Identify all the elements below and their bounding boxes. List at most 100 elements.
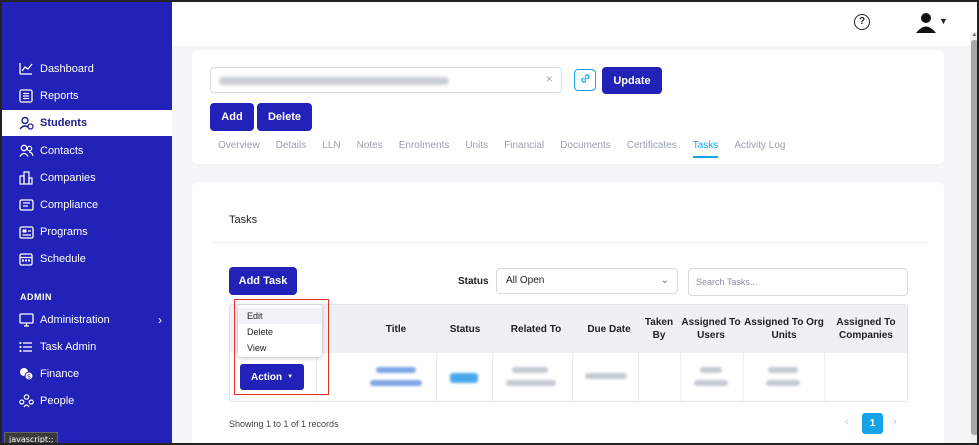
sidebar: Dashboard Reports Students Contacts Comp… bbox=[2, 2, 172, 443]
redacted-student-name bbox=[219, 77, 449, 85]
chevron-down-icon: ✕ bbox=[545, 74, 553, 84]
contacts-icon bbox=[18, 143, 34, 159]
column-header-due-date[interactable]: Due Date bbox=[580, 305, 638, 353]
sidebar-item-administration[interactable]: Administration › bbox=[2, 307, 172, 333]
sidebar-item-finance[interactable]: $ Finance bbox=[2, 361, 172, 387]
redacted-title[interactable] bbox=[376, 367, 416, 373]
tab-financial[interactable]: Financial bbox=[504, 140, 544, 156]
sidebar-item-label: Students bbox=[40, 117, 88, 129]
link-button[interactable] bbox=[574, 69, 596, 91]
cell-separator bbox=[572, 353, 573, 401]
pagination-page-1[interactable]: 1 bbox=[862, 413, 883, 434]
cell-separator bbox=[824, 353, 825, 401]
list-icon bbox=[18, 339, 34, 355]
search-tasks-input[interactable] bbox=[688, 268, 908, 296]
sidebar-item-students[interactable]: Students bbox=[2, 110, 172, 136]
compliance-icon bbox=[18, 197, 34, 213]
column-header-assigned-org-units[interactable]: Assigned To Org Units bbox=[744, 305, 824, 353]
tasks-card: Tasks Add Task Status All Open ⌄ Title S… bbox=[192, 182, 944, 443]
tab-enrolments[interactable]: Enrolments bbox=[399, 140, 450, 156]
sidebar-item-label: Programs bbox=[40, 226, 88, 238]
column-header-taken-by[interactable]: Taken By bbox=[640, 305, 678, 353]
redacted-org-unit bbox=[768, 367, 798, 373]
help-icon[interactable]: ? bbox=[854, 14, 870, 30]
scroll-up-arrow-icon[interactable]: ▲ bbox=[970, 32, 977, 38]
cell-separator bbox=[436, 353, 437, 401]
cell-separator bbox=[638, 353, 639, 401]
sidebar-item-programs[interactable]: Programs bbox=[2, 219, 172, 245]
redacted-due-date bbox=[585, 373, 627, 379]
column-header-assigned-users[interactable]: Assigned To Users bbox=[681, 305, 741, 353]
student-select[interactable]: ✕ bbox=[210, 67, 562, 93]
chevron-left-icon[interactable]: ‹ bbox=[845, 416, 849, 428]
sidebar-item-label: Reports bbox=[40, 90, 79, 102]
tab-overview[interactable]: Overview bbox=[218, 140, 260, 156]
admin-section-label: ADMIN bbox=[20, 292, 52, 302]
delete-button[interactable]: Delete bbox=[257, 103, 312, 131]
sidebar-item-label: Task Admin bbox=[40, 341, 97, 353]
tab-activity-log[interactable]: Activity Log bbox=[734, 140, 785, 156]
student-header-card: ✕ Update Add Delete Overview Details LLN… bbox=[192, 50, 944, 164]
sidebar-item-dashboard[interactable]: Dashboard bbox=[2, 56, 172, 82]
add-button[interactable]: Add bbox=[210, 103, 254, 131]
redacted-assigned-user bbox=[700, 367, 722, 373]
link-icon bbox=[580, 71, 591, 89]
tab-units[interactable]: Units bbox=[465, 140, 488, 156]
people-icon bbox=[18, 393, 34, 409]
cell-separator bbox=[492, 353, 493, 401]
sidebar-item-label: Companies bbox=[40, 172, 96, 184]
tab-certificates[interactable]: Certificates bbox=[627, 140, 677, 156]
redacted-related-to bbox=[506, 380, 556, 386]
tab-documents[interactable]: Documents bbox=[560, 140, 611, 156]
sidebar-item-task-admin[interactable]: Task Admin bbox=[2, 334, 172, 360]
calendar-icon bbox=[18, 251, 34, 267]
status-bar-tooltip: javascript:; bbox=[4, 432, 59, 443]
redacted-status-badge bbox=[450, 373, 478, 383]
chart-line-icon bbox=[18, 61, 34, 77]
add-task-button[interactable]: Add Task bbox=[229, 267, 297, 295]
tab-notes[interactable]: Notes bbox=[357, 140, 383, 156]
cell-separator bbox=[743, 353, 744, 401]
svg-text:$: $ bbox=[27, 374, 31, 381]
column-header-assigned-companies[interactable]: Assigned To Companies bbox=[826, 305, 906, 353]
tab-lln[interactable]: LLN bbox=[322, 140, 340, 156]
column-header-title[interactable]: Title bbox=[370, 305, 422, 353]
redacted-title[interactable] bbox=[370, 380, 422, 386]
tab-tasks[interactable]: Tasks bbox=[692, 140, 718, 158]
vertical-scrollbar[interactable] bbox=[970, 32, 977, 443]
sidebar-item-label: People bbox=[40, 395, 75, 407]
chevron-down-icon: ⌄ bbox=[660, 275, 669, 286]
students-icon bbox=[18, 115, 34, 131]
tab-details[interactable]: Details bbox=[276, 140, 307, 156]
sidebar-item-companies[interactable]: Companies bbox=[2, 165, 172, 191]
redacted-related-to bbox=[512, 367, 548, 373]
column-header-related-to[interactable]: Related To bbox=[500, 305, 572, 353]
status-filter-select[interactable]: All Open ⌄ bbox=[496, 268, 678, 294]
sidebar-item-contacts[interactable]: Contacts bbox=[2, 138, 172, 164]
chevron-right-icon: › bbox=[158, 313, 162, 327]
companies-icon bbox=[18, 170, 34, 186]
update-button[interactable]: Update bbox=[602, 67, 662, 94]
sidebar-item-reports[interactable]: Reports bbox=[2, 83, 172, 109]
sidebar-item-label: Administration bbox=[40, 314, 110, 326]
student-tabs: Overview Details LLN Notes Enrolments Un… bbox=[218, 140, 801, 158]
sidebar-item-schedule[interactable]: Schedule bbox=[2, 246, 172, 272]
sidebar-item-label: Compliance bbox=[40, 199, 99, 211]
redacted-org-unit bbox=[766, 380, 800, 386]
sidebar-item-label: Contacts bbox=[40, 145, 84, 157]
reports-icon bbox=[18, 88, 34, 104]
caret-down-icon[interactable]: ▼ bbox=[939, 16, 948, 26]
chevron-right-icon[interactable]: › bbox=[893, 416, 897, 428]
table-row[interactable] bbox=[230, 353, 907, 401]
scrollbar-thumb[interactable] bbox=[971, 40, 977, 435]
tasks-title: Tasks bbox=[229, 214, 258, 226]
tasks-table: Title Status Related To Due Date Taken B… bbox=[229, 304, 908, 402]
user-avatar-icon[interactable] bbox=[916, 12, 936, 34]
sidebar-item-label: Dashboard bbox=[40, 63, 94, 75]
top-bar: ? ▼ bbox=[172, 2, 977, 46]
sidebar-item-compliance[interactable]: Compliance bbox=[2, 192, 172, 218]
sidebar-item-label: Finance bbox=[40, 368, 80, 380]
column-header-status[interactable]: Status bbox=[440, 305, 490, 353]
sidebar-item-people[interactable]: People bbox=[2, 388, 172, 414]
table-header: Title Status Related To Due Date Taken B… bbox=[230, 305, 907, 353]
